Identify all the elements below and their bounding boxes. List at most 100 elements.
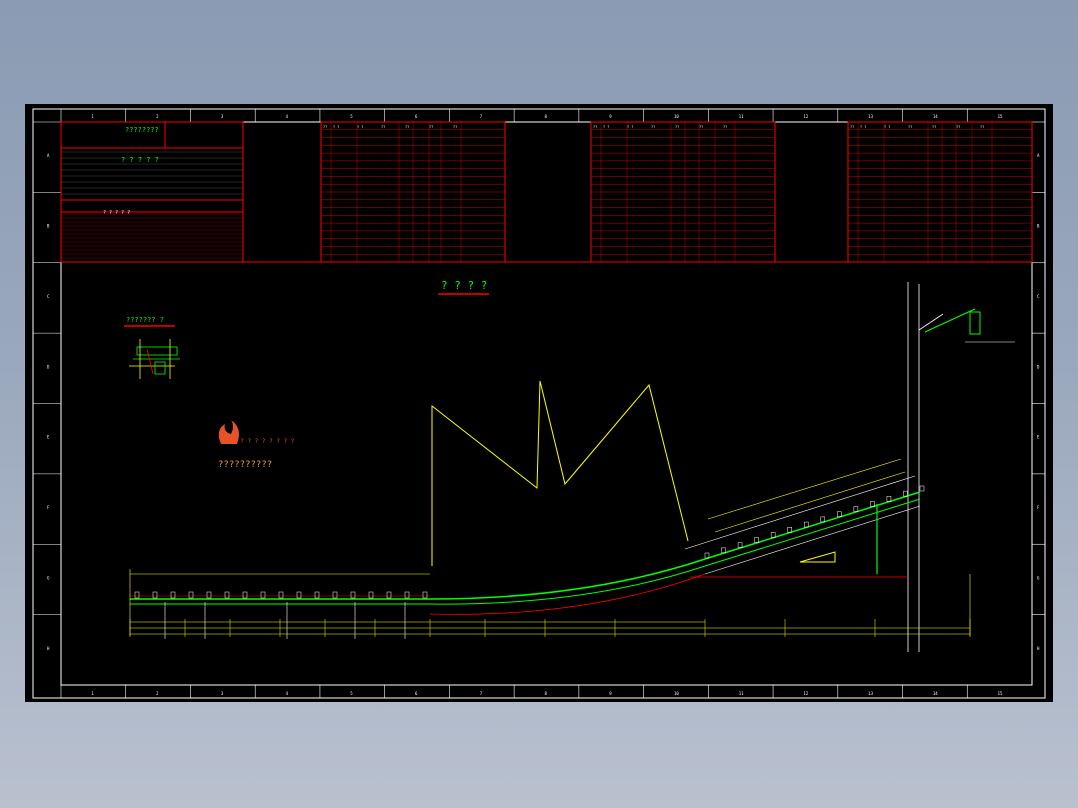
border-label-bottom: 6 [415, 691, 418, 696]
border-label-right: F [1037, 505, 1040, 510]
table-header-cell: ? ? [357, 125, 363, 129]
border-label-right: E [1037, 435, 1040, 440]
roller-mark [368, 591, 374, 599]
border-label-bottom: 11 [739, 691, 744, 696]
table-header-cell: ?? [675, 125, 679, 129]
border-label-bottom: 8 [545, 691, 548, 696]
roller-mark [386, 591, 392, 599]
table-header-cell: ?? [908, 125, 912, 129]
title-block-sub-heading: ? ? ? ? ? [121, 156, 159, 164]
border-label-bottom: 1 [91, 691, 94, 696]
table-header-cell: ?? [593, 125, 597, 129]
table-header-cell: ?? [850, 125, 854, 129]
table-header-cell: ? ? [603, 125, 609, 129]
roller-mark [152, 591, 158, 599]
title-block-section-heading: ? ? ? ? ? [103, 210, 130, 216]
border-label-left: H [47, 646, 50, 651]
border-label-right: B [1037, 224, 1040, 229]
roller-mark [170, 591, 176, 599]
table-header-cell: ? ? [333, 125, 339, 129]
border-label-left: F [47, 505, 50, 510]
border-label-left: G [47, 575, 50, 580]
table-header-cell: ?? [453, 125, 457, 129]
parts-list-3: ?? ? ? ? ????????? [847, 121, 1033, 263]
table-header-cell: ?? [429, 125, 433, 129]
border-label-left: A [47, 153, 50, 158]
border-label-top: 11 [739, 114, 744, 119]
inner-frame [60, 121, 1033, 686]
border-label-left: B [47, 224, 50, 229]
title-block: ???????? ? ? ? ? ? ? ? ? ? ? [60, 121, 244, 263]
title-block-heading: ???????? [125, 126, 159, 134]
roller-mark [206, 591, 212, 599]
border-label-top: 3 [221, 114, 224, 119]
parts-list-1: ?? ? ? ? ????????? [320, 121, 506, 263]
section-annotation-lines [431, 380, 689, 566]
border-label-top: 6 [415, 114, 418, 119]
border-label-top: 1 [91, 114, 94, 119]
roller-mark [919, 485, 925, 492]
table-header-cell: ? ? [627, 125, 633, 129]
border-label-top: 5 [350, 114, 353, 119]
roller-mark [224, 591, 230, 599]
parts-list-2: ?? ? ? ? ????????? [590, 121, 776, 263]
cad-drawing-canvas[interactable]: 1122334455667788991010111112121313141415… [25, 104, 1053, 702]
border-label-top: 8 [545, 114, 548, 119]
roller-mark [278, 591, 284, 599]
detail-view-title: ??????? ? [126, 316, 164, 324]
border-label-right: G [1037, 575, 1040, 580]
border-label-bottom: 15 [998, 691, 1003, 696]
roller-mark [242, 591, 248, 599]
table-header-cell: ?? [956, 125, 960, 129]
table-header-cell: ?? [980, 125, 984, 129]
border-label-left: E [47, 435, 50, 440]
border-label-right: H [1037, 646, 1040, 651]
border-label-right: A [1037, 153, 1040, 158]
table-header-cell: ?? [381, 125, 385, 129]
border-label-top: 12 [803, 114, 808, 119]
table-header-cell: ? ? [884, 125, 890, 129]
border-label-top: 13 [868, 114, 873, 119]
table-header-cell: ?? [699, 125, 703, 129]
table-header-cell: ?? [651, 125, 655, 129]
border-label-bottom: 9 [609, 691, 612, 696]
roller-mark [350, 591, 356, 599]
border-label-bottom: 3 [221, 691, 224, 696]
roller-mark [296, 591, 302, 599]
border-label-top: 15 [998, 114, 1003, 119]
table-header-cell: ?? [323, 125, 327, 129]
border-label-bottom: 5 [350, 691, 353, 696]
roller-mark [188, 591, 194, 599]
table-header-cell: ? ? [860, 125, 866, 129]
table-header-cell: ?? [932, 125, 936, 129]
cad-drawing-viewport[interactable]: 1 1 2 2 3 3 4 4 5 5 6 6 7 7 8 8 9 9 10 10 11 11 12 12 13 13 14 14 15… [25, 104, 1053, 702]
logo-caption: ?????????? [218, 460, 272, 470]
border-label-right: C [1037, 294, 1040, 299]
main-view-title: ? ? ? ? [441, 279, 487, 292]
roller-mark [404, 591, 410, 599]
border-label-bottom: 13 [868, 691, 873, 696]
border-label-top: 14 [933, 114, 938, 119]
border-label-bottom: 7 [480, 691, 483, 696]
roller-mark [422, 591, 428, 599]
border-label-left: C [47, 294, 50, 299]
border-label-bottom: 12 [803, 691, 808, 696]
border-label-top: 4 [286, 114, 289, 119]
border-label-top: 9 [609, 114, 612, 119]
detail-drawing [129, 339, 180, 379]
border-label-bottom: 10 [674, 691, 679, 696]
roller-mark [134, 591, 140, 599]
border-label-right: D [1037, 364, 1040, 369]
watermark-text: ? ? ? ? ? ? ? ? ? [233, 438, 295, 445]
border-label-bottom: 4 [286, 691, 289, 696]
border-label-top: 7 [480, 114, 483, 119]
table-header-cell: ?? [405, 125, 409, 129]
border-label-bottom: 2 [156, 691, 159, 696]
border-label-top: 2 [156, 114, 159, 119]
border-label-left: D [47, 364, 50, 369]
roller-mark [260, 591, 266, 599]
border-label-bottom: 14 [933, 691, 938, 696]
border-label-top: 10 [674, 114, 679, 119]
support-column [907, 282, 944, 652]
roller-mark [332, 591, 338, 599]
